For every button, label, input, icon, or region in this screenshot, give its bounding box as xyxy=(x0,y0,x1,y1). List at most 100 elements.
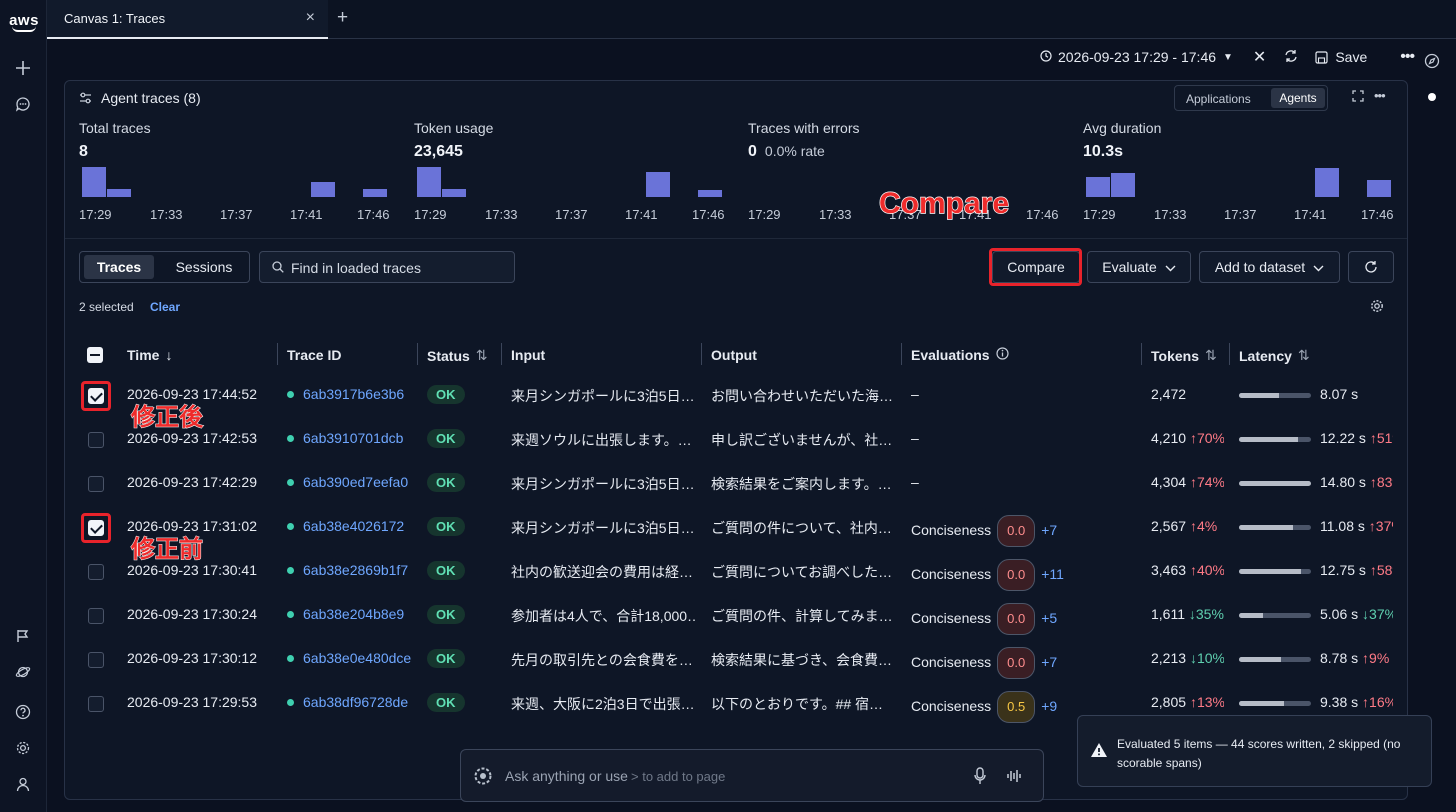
score-badge[interactable]: 0.0 xyxy=(997,647,1036,679)
time-range-picker[interactable]: 2026-09-23 17:29 - 17:46 xyxy=(1058,49,1216,65)
toggle-applications[interactable]: Applications xyxy=(1186,92,1251,106)
more-evaluations-count[interactable]: +7 xyxy=(1041,654,1057,670)
row-checkbox[interactable] xyxy=(88,652,104,668)
cell-time: 2026-09-23 17:30:24 xyxy=(127,606,277,622)
search-input[interactable]: Find in loaded traces xyxy=(291,260,421,276)
sparkline-bar[interactable] xyxy=(1086,177,1110,197)
sliders-icon[interactable] xyxy=(79,92,92,107)
table-row[interactable]: 2026-09-23 17:44:52 6ab3917b6e3b6 OK 来月シンガポ… xyxy=(65,374,1407,418)
help-icon[interactable] xyxy=(12,701,34,723)
row-checkbox[interactable] xyxy=(88,564,104,580)
user-icon[interactable] xyxy=(12,773,34,795)
more-evaluations-count[interactable]: +5 xyxy=(1041,610,1057,626)
evaluate-label: Evaluate xyxy=(1102,259,1157,275)
more-evaluations-count[interactable]: +7 xyxy=(1041,522,1057,538)
annotation-compare: Compare xyxy=(878,186,1010,220)
flag-icon[interactable] xyxy=(12,625,34,647)
add-to-dataset-button[interactable]: Add to dataset xyxy=(1199,251,1340,283)
sparkline-bar[interactable] xyxy=(82,167,106,197)
row-checkbox[interactable] xyxy=(88,476,104,492)
refresh-table-button[interactable] xyxy=(1348,251,1394,283)
column-latency[interactable]: Latency ⇅ xyxy=(1239,347,1310,364)
trace-id-link[interactable]: 6ab3917b6e3b6 xyxy=(303,386,404,402)
column-evaluations-label: Evaluations xyxy=(911,347,990,363)
latency-value: 8.07 s xyxy=(1320,386,1359,402)
aws-logo[interactable]: aws xyxy=(9,12,39,32)
latency-delta: ↑37% xyxy=(1368,518,1393,534)
expand-icon[interactable] xyxy=(1352,90,1364,105)
more-icon[interactable]: ••• xyxy=(1400,48,1415,66)
evaluation-name: – xyxy=(911,386,919,402)
microphone-icon[interactable] xyxy=(974,767,986,788)
chat-icon[interactable] xyxy=(12,93,34,115)
table-row[interactable]: 2026-09-23 17:42:53 6ab3910701dcb OK 来週ソウルに… xyxy=(65,418,1407,462)
table-settings-icon[interactable] xyxy=(1370,299,1384,316)
score-badge[interactable]: 0.0 xyxy=(997,603,1036,635)
column-input[interactable]: Input xyxy=(511,347,545,363)
cell-tokens: 2,805 ↑13% xyxy=(1151,694,1224,710)
new-icon[interactable] xyxy=(12,57,34,79)
tab-canvas-1[interactable]: Canvas 1: Traces × xyxy=(47,0,328,39)
table-row[interactable]: 2026-09-23 17:30:41 6ab38e2869b1f7 OK 社内の歓送… xyxy=(65,550,1407,594)
sparkline-bar[interactable] xyxy=(646,172,670,197)
trace-id-link[interactable]: 6ab38e204b8e9 xyxy=(303,606,404,622)
clear-time-icon[interactable]: ✕ xyxy=(1253,47,1266,67)
table-row[interactable]: 2026-09-23 17:42:29 6ab390ed7eefa0 OK 来月シンガ… xyxy=(65,462,1407,506)
segment-traces[interactable]: Traces xyxy=(84,255,154,279)
cell-trace-id: 6ab38e4026172 xyxy=(287,518,411,534)
table-row[interactable]: 2026-09-23 17:30:12 6ab38e0e480dce OK 先月の取引… xyxy=(65,638,1407,682)
select-all-checkbox[interactable] xyxy=(87,347,103,363)
row-checkbox[interactable] xyxy=(88,608,104,624)
add-tab-icon[interactable]: + xyxy=(337,7,348,29)
row-checkbox[interactable] xyxy=(88,696,104,712)
column-trace-id[interactable]: Trace ID xyxy=(287,347,341,363)
stat-value-number: 10.3s xyxy=(1083,143,1124,160)
segment-sessions[interactable]: Sessions xyxy=(160,255,248,279)
trace-id-link[interactable]: 6ab38df96728de xyxy=(303,694,408,710)
save-button[interactable]: Save xyxy=(1315,49,1367,65)
sparkline-bar[interactable] xyxy=(1111,173,1135,197)
column-time[interactable]: Time ↓ xyxy=(127,347,172,363)
cell-evaluations: – xyxy=(911,386,1139,402)
trace-id-link[interactable]: 6ab3910701dcb xyxy=(303,430,403,446)
row-checkbox[interactable] xyxy=(88,432,104,448)
sparkline-bar[interactable] xyxy=(698,190,722,197)
column-tokens[interactable]: Tokens ⇅ xyxy=(1151,347,1217,364)
score-badge[interactable]: 0.0 xyxy=(997,559,1036,591)
panel-more-icon[interactable]: ••• xyxy=(1374,88,1386,103)
info-icon[interactable] xyxy=(995,347,1009,363)
sparkline-bar[interactable] xyxy=(1315,168,1339,197)
voice-wave-icon[interactable] xyxy=(1006,768,1022,787)
sparkline-bar[interactable] xyxy=(1367,180,1391,197)
sparkline-bar[interactable] xyxy=(107,189,131,197)
refresh-icon[interactable] xyxy=(1284,49,1298,66)
trace-id-link[interactable]: 6ab38e4026172 xyxy=(303,518,404,534)
close-icon[interactable]: × xyxy=(306,9,315,27)
sparkline-bar[interactable] xyxy=(311,182,335,197)
settings-icon[interactable] xyxy=(12,737,34,759)
compass-icon[interactable] xyxy=(1424,53,1440,72)
evaluate-button[interactable]: Evaluate xyxy=(1087,251,1191,283)
planet-icon[interactable] xyxy=(12,661,34,683)
trace-id-link[interactable]: 6ab38e0e480dce xyxy=(303,650,411,666)
column-output[interactable]: Output xyxy=(711,347,757,363)
sparkline-bar[interactable] xyxy=(442,189,466,197)
sparkline-bar[interactable] xyxy=(417,167,441,197)
ask-input-box[interactable]: Ask anything or use > to add to page xyxy=(460,749,1044,802)
toggle-agents[interactable]: Agents xyxy=(1271,88,1325,108)
page-indicator-dot[interactable] xyxy=(1428,93,1436,101)
column-evaluations[interactable]: Evaluations xyxy=(911,347,1009,363)
column-status[interactable]: Status ⇅ xyxy=(427,347,488,364)
clear-selection-link[interactable]: Clear xyxy=(150,300,180,314)
sparkline-bar[interactable] xyxy=(363,189,387,197)
table-row[interactable]: 2026-09-23 17:30:24 6ab38e204b8e9 OK 参加者は4人… xyxy=(65,594,1407,638)
score-badge[interactable]: 0.0 xyxy=(997,515,1036,547)
more-evaluations-count[interactable]: +9 xyxy=(1041,698,1057,714)
more-evaluations-count[interactable]: +11 xyxy=(1041,566,1064,582)
axis-tick-label: 17:41 xyxy=(1294,207,1327,222)
trace-id-link[interactable]: 6ab390ed7eefa0 xyxy=(303,474,408,490)
chevron-down-icon[interactable]: ▼ xyxy=(1223,52,1233,63)
trace-id-link[interactable]: 6ab38e2869b1f7 xyxy=(303,562,408,578)
score-badge[interactable]: 0.5 xyxy=(997,691,1036,723)
table-row[interactable]: 2026-09-23 17:31:02 6ab38e4026172 OK 来月シンガポ… xyxy=(65,506,1407,550)
